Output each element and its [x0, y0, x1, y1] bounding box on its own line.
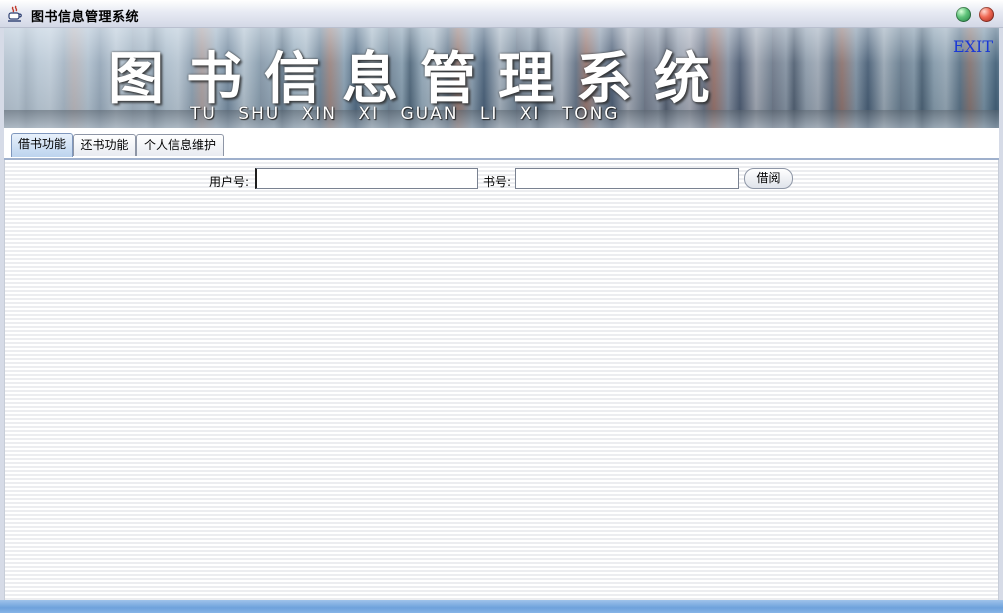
banner-pinyin: TU SHU XIN XI GUAN LI XI TONG: [190, 104, 620, 124]
banner-title: 图书信息管理系统: [108, 46, 732, 112]
minimize-icon[interactable]: [956, 7, 971, 22]
java-cup-icon[interactable]: [6, 5, 24, 23]
tab-borrow[interactable]: 借书功能: [11, 133, 73, 157]
window-title: 图书信息管理系统: [31, 10, 140, 25]
user-id-input[interactable]: [255, 168, 478, 189]
window-frame-right: [999, 28, 1003, 600]
borrow-panel: 用户号: 书号: 借阅: [4, 160, 999, 600]
close-icon[interactable]: [979, 7, 994, 22]
header-banner: 图书信息管理系统 TU SHU XIN XI GUAN LI XI TONG E…: [4, 28, 999, 128]
borrow-button[interactable]: 借阅: [744, 168, 793, 189]
tab-personal-info[interactable]: 个人信息维护: [136, 134, 224, 156]
window-title-bar: 图书信息管理系统: [0, 0, 1003, 28]
user-id-label: 用户号:: [209, 175, 250, 189]
window-bottom-bar: [0, 600, 1003, 613]
book-id-input[interactable]: [515, 168, 739, 189]
book-id-label: 书号:: [483, 175, 512, 189]
tab-strip: 借书功能 还书功能 个人信息维护: [4, 128, 999, 160]
exit-link[interactable]: EXIT: [953, 37, 993, 56]
tab-return[interactable]: 还书功能: [73, 134, 136, 156]
